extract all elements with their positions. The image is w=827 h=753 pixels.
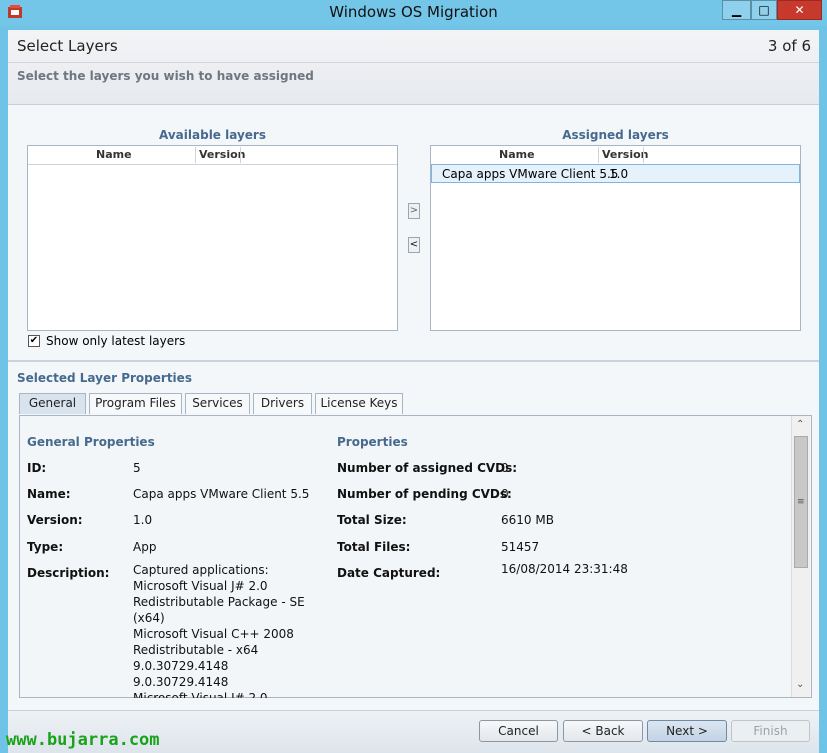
- column-name[interactable]: Name: [499, 148, 535, 161]
- id-value: 5: [133, 461, 141, 475]
- available-column-header: Name Version: [28, 146, 397, 165]
- general-properties-heading: General Properties: [27, 435, 155, 449]
- window-title: Windows OS Migration: [329, 3, 498, 21]
- type-label: Type:: [27, 540, 64, 554]
- header-divider: [8, 62, 819, 63]
- layer-name: Capa apps VMware Client 5.5: [442, 167, 619, 181]
- maximize-button[interactable]: □: [751, 0, 777, 20]
- total-files-label: Total Files:: [337, 540, 411, 554]
- total-size-value: 6610 MB: [501, 513, 554, 527]
- assigned-layers-title: Assigned layers: [562, 128, 669, 142]
- step-indicator: 3 of 6: [767, 37, 811, 55]
- pending-cvds-label: Number of pending CVDs:: [337, 487, 512, 501]
- name-value: Capa apps VMware Client 5.5: [133, 487, 310, 501]
- pending-cvds-value: 0: [501, 487, 509, 501]
- watermark: www.bujarra.com: [6, 730, 160, 750]
- name-label: Name:: [27, 487, 71, 501]
- column-name[interactable]: Name: [96, 148, 132, 161]
- section-divider: [8, 360, 819, 362]
- available-layers-list[interactable]: Name Version: [27, 145, 398, 331]
- minimize-button[interactable]: ▁: [722, 0, 751, 20]
- available-layers-title: Available layers: [159, 128, 266, 142]
- show-latest-checkbox[interactable]: ✔: [28, 335, 40, 347]
- add-layer-button[interactable]: >: [408, 203, 420, 219]
- version-label: Version:: [27, 513, 83, 527]
- next-button[interactable]: Next >: [647, 720, 727, 742]
- column-separator: [240, 147, 241, 163]
- cancel-button[interactable]: Cancel: [479, 720, 558, 742]
- wizard-client: Select Layers 3 of 6 Select the layers y…: [8, 30, 819, 753]
- tab-program-files[interactable]: Program Files: [89, 393, 182, 414]
- close-button[interactable]: ✕: [777, 0, 822, 20]
- id-label: ID:: [27, 461, 47, 475]
- tab-license-keys[interactable]: License Keys: [315, 393, 403, 414]
- properties-heading: Properties: [337, 435, 408, 449]
- wizard-header: Select Layers 3 of 6 Select the layers y…: [8, 30, 819, 105]
- list-item[interactable]: Capa apps VMware Client 5.5 1.0: [431, 164, 800, 183]
- type-value: App: [133, 540, 157, 554]
- title-bar: Windows OS Migration ▁ □ ✕: [0, 0, 827, 26]
- column-separator: [643, 147, 644, 163]
- finish-button[interactable]: Finish: [731, 720, 810, 742]
- scroll-thumb[interactable]: ≡: [794, 436, 808, 568]
- general-tab-panel: General Properties ID: 5 Name: Capa apps…: [19, 415, 812, 698]
- column-separator: [195, 147, 196, 163]
- tab-drivers[interactable]: Drivers: [253, 393, 312, 414]
- assigned-cvds-value: 0: [501, 461, 509, 475]
- selected-layer-properties-title: Selected Layer Properties: [17, 371, 192, 385]
- scroll-up-icon[interactable]: ⌃: [796, 419, 804, 430]
- assigned-cvds-label: Number of assigned CVDs:: [337, 461, 518, 475]
- assigned-layers-list[interactable]: Name Version Capa apps VMware Client 5.5…: [430, 145, 801, 331]
- column-version[interactable]: Version: [199, 148, 246, 161]
- column-version[interactable]: Version: [602, 148, 649, 161]
- back-button[interactable]: < Back: [563, 720, 643, 742]
- date-captured-value: 16/08/2014 23:31:48: [501, 562, 628, 576]
- column-separator: [598, 147, 599, 163]
- layer-version: 1.0: [609, 167, 629, 181]
- tab-services[interactable]: Services: [185, 393, 250, 414]
- instructions: Select the layers you wish to have assig…: [17, 69, 314, 83]
- vertical-scrollbar[interactable]: ⌃ ≡ ⌄: [791, 416, 810, 697]
- total-size-label: Total Size:: [337, 513, 407, 527]
- assigned-column-header: Name Version: [431, 146, 800, 165]
- grip-icon: ≡: [797, 497, 805, 507]
- show-latest-label: Show only latest layers: [46, 334, 186, 348]
- version-value: 1.0: [133, 513, 153, 527]
- scroll-down-icon[interactable]: ⌄: [796, 679, 804, 690]
- description-label: Description:: [27, 566, 110, 580]
- tab-general[interactable]: General: [19, 393, 86, 414]
- remove-layer-button[interactable]: <: [408, 237, 420, 253]
- page-title: Select Layers: [17, 37, 118, 55]
- total-files-value: 51457: [501, 540, 540, 554]
- date-captured-label: Date Captured:: [337, 566, 441, 580]
- description-value: Captured applications: Microsoft Visual …: [133, 563, 305, 698]
